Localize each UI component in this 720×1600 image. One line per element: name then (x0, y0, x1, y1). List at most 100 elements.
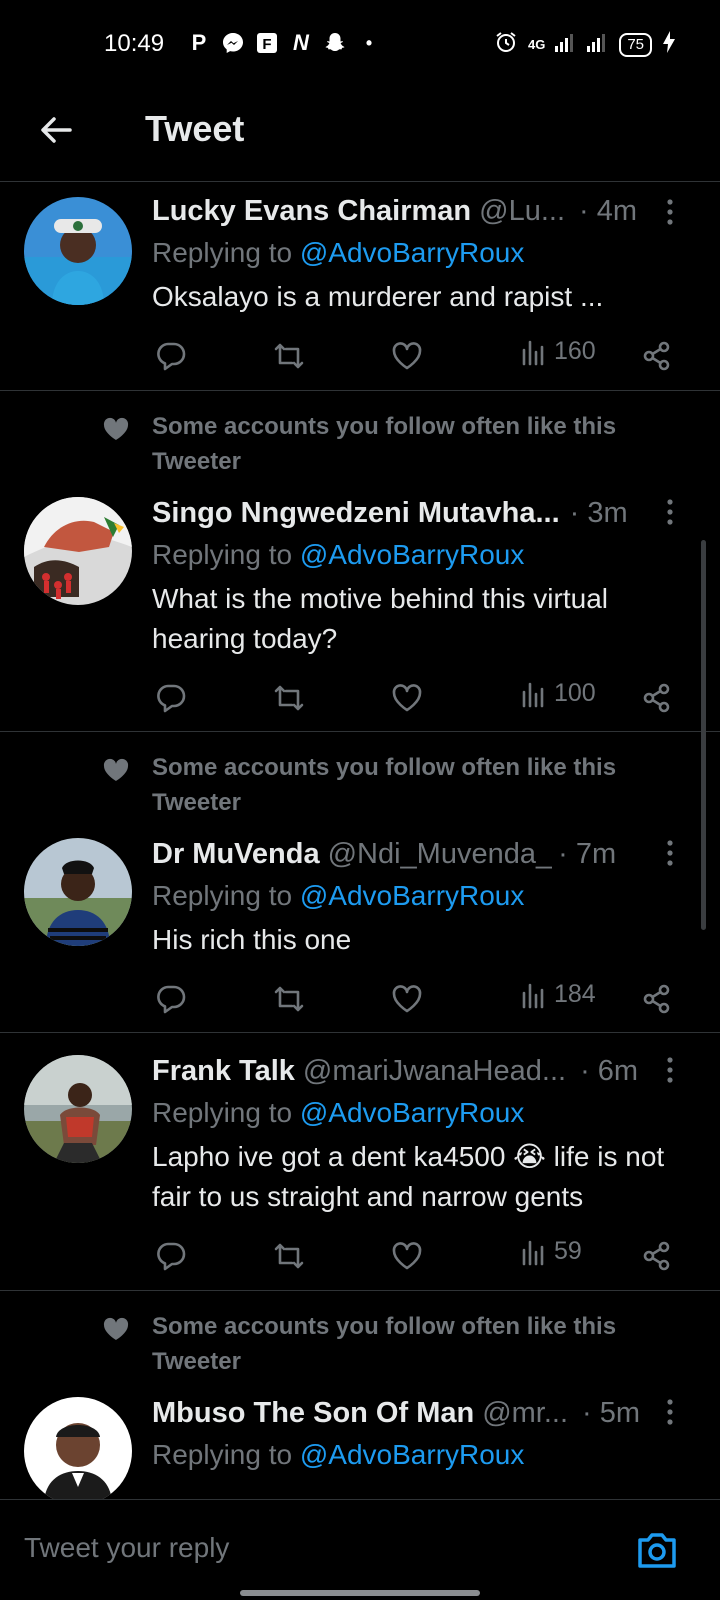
retweet-icon (274, 986, 304, 1012)
replying-to-label: Replying to (152, 1097, 300, 1128)
social-context: Some accounts you follow often like this… (0, 391, 720, 479)
tweet-item[interactable]: Frank Talk @mariJwanaHead... · 6m Replyi… (0, 1033, 720, 1291)
heart-filled-icon (103, 758, 129, 781)
mention-link[interactable]: @AdvoBarryRoux (300, 1097, 525, 1128)
views-button[interactable]: 160 (520, 337, 596, 366)
tweet-item[interactable]: Some accounts you follow often like this… (0, 391, 720, 732)
retweet-button[interactable] (272, 982, 306, 1016)
svg-text:F: F (262, 36, 271, 53)
retweet-button[interactable] (272, 1239, 306, 1273)
tweet-author-name[interactable]: Mbuso The Son Of Man (152, 1397, 474, 1430)
share-button[interactable] (640, 982, 674, 1016)
reply-icon (157, 985, 186, 1014)
avatar[interactable] (24, 197, 132, 305)
tweet-author-name[interactable]: Lucky Evans Chairman (152, 195, 471, 228)
tweet-item[interactable]: Some accounts you follow often like this… (0, 1291, 720, 1499)
messenger-icon (220, 30, 246, 56)
tweet-item[interactable]: Some accounts you follow often like this… (0, 732, 720, 1033)
signal-icon (555, 32, 577, 57)
reply-button[interactable] (154, 339, 188, 373)
retweet-button[interactable] (272, 339, 306, 373)
mention-link[interactable]: @AdvoBarryRoux (300, 237, 525, 268)
avatar[interactable] (24, 1055, 132, 1163)
like-button[interactable] (390, 681, 424, 715)
signal-icon-2 (587, 32, 609, 57)
views-button[interactable]: 59 (520, 1237, 582, 1266)
tweet-author-name[interactable]: Singo Nngwedzeni Mutavha... (152, 497, 560, 530)
tweet-time: · 3m (569, 496, 628, 529)
p-app-icon: P (191, 30, 207, 55)
views-count: 160 (554, 337, 596, 365)
mention-link[interactable]: @AdvoBarryRoux (300, 539, 525, 570)
tweet-author-handle[interactable]: @Ndi_Muvenda_ (328, 838, 553, 871)
tweet-item[interactable]: Lucky Evans Chairman @Lu... · 4m Replyin… (0, 183, 720, 391)
replying-to: Replying to @AdvoBarryRoux (152, 535, 680, 575)
notification-icons: P F N • (186, 30, 382, 56)
more-vertical-icon (667, 1057, 673, 1083)
reply-button[interactable] (154, 1239, 188, 1273)
share-icon (643, 1241, 670, 1271)
tweet-time: · 6m (580, 1054, 639, 1087)
tweet-actions: 184 (0, 960, 720, 1042)
reply-button[interactable] (154, 681, 188, 715)
tweet-reply-input[interactable] (24, 1532, 584, 1564)
tweet-text: Lapho ive got a dent ka4500 😭 life is no… (152, 1141, 665, 1212)
replying-to-label: Replying to (152, 880, 300, 911)
gesture-home-bar[interactable] (240, 1590, 480, 1596)
like-button[interactable] (390, 982, 424, 1016)
more-options-button[interactable] (658, 497, 682, 527)
avatar[interactable] (24, 497, 132, 605)
tweet-actions: 100 (0, 659, 720, 741)
tweet-time: · 4m (579, 194, 638, 227)
more-options-button[interactable] (658, 197, 682, 227)
heart-filled-icon (103, 417, 129, 440)
share-button[interactable] (640, 1239, 674, 1273)
retweet-button[interactable] (272, 681, 306, 715)
views-button[interactable]: 100 (520, 679, 596, 708)
tweet-author-handle[interactable]: @mr... (482, 1397, 568, 1430)
mention-link[interactable]: @AdvoBarryRoux (300, 1439, 525, 1470)
charging-icon (662, 30, 676, 59)
reply-button[interactable] (154, 982, 188, 1016)
camera-button[interactable] (636, 1530, 678, 1570)
mention-link[interactable]: @AdvoBarryRoux (300, 880, 525, 911)
retweet-icon (274, 343, 304, 369)
tweet-text: His rich this one (152, 924, 352, 955)
share-icon (643, 683, 670, 713)
back-button[interactable] (36, 110, 76, 150)
share-button[interactable] (640, 339, 674, 373)
social-context-text: Some accounts you follow often like this… (152, 754, 617, 816)
n-app-icon: N (293, 30, 309, 55)
like-button[interactable] (390, 339, 424, 373)
avatar[interactable] (24, 838, 132, 946)
like-button[interactable] (390, 1239, 424, 1273)
tweet-time: · 7m (558, 837, 617, 870)
tweet-text: What is the motive behind this virtual h… (152, 583, 608, 654)
more-options-button[interactable] (658, 1397, 682, 1427)
top-app-bar: Tweet (0, 90, 720, 182)
share-button[interactable] (640, 681, 674, 715)
reply-bar (0, 1499, 720, 1600)
more-options-button[interactable] (658, 1055, 682, 1085)
tweet-author-handle[interactable]: @Lu... (479, 195, 565, 228)
reply-icon (157, 684, 186, 713)
more-vertical-icon (667, 1399, 673, 1425)
battery-indicator: 75 (619, 32, 652, 57)
analytics-icon (522, 1240, 544, 1265)
views-button[interactable]: 184 (520, 980, 596, 1009)
avatar[interactable] (24, 1397, 132, 1499)
views-count: 59 (554, 1237, 582, 1265)
retweet-icon (274, 1243, 304, 1269)
heart-icon (392, 1242, 422, 1270)
analytics-icon (522, 983, 544, 1008)
tweet-author-name[interactable]: Frank Talk (152, 1055, 295, 1088)
tweet-author-handle[interactable]: @mariJwanaHead... (303, 1055, 566, 1088)
tweet-author-name[interactable]: Dr MuVenda (152, 838, 320, 871)
tweet-time: · 5m (582, 1396, 641, 1429)
views-count: 184 (554, 980, 596, 1008)
scrollbar[interactable] (701, 540, 706, 930)
reply-feed[interactable]: Lucky Evans Chairman @Lu... · 4m Replyin… (0, 183, 720, 1499)
replying-to: Replying to @AdvoBarryRoux (152, 1435, 680, 1475)
status-time: 10:49 (104, 30, 165, 57)
more-options-button[interactable] (658, 838, 682, 868)
